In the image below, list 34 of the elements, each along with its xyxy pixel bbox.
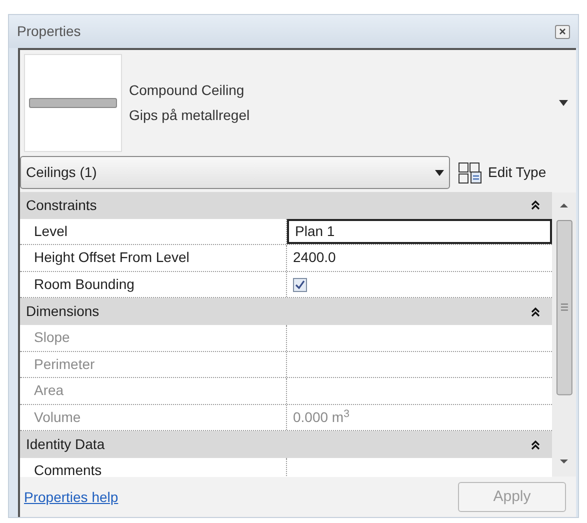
value-text: Plan 1	[295, 222, 335, 241]
type-selector[interactable]: Compound Ceiling Gips på metallregel	[20, 50, 576, 156]
property-label: Slope	[34, 328, 70, 348]
section-header[interactable]: Dimensions	[20, 298, 552, 325]
edit-type-icon	[458, 162, 482, 184]
edit-type-button[interactable]: Edit Type	[458, 162, 546, 184]
scrollbar[interactable]	[552, 192, 576, 477]
property-label: Room Bounding	[34, 275, 134, 294]
property-label: Comments	[34, 461, 102, 477]
property-label: Volume	[34, 408, 81, 428]
ceiling-swatch-icon	[29, 98, 117, 108]
close-icon	[559, 28, 566, 35]
collapse-icon[interactable]	[531, 306, 540, 317]
checkbox[interactable]	[293, 278, 307, 292]
close-button[interactable]	[555, 24, 570, 38]
section-header[interactable]: Identity Data	[20, 431, 552, 458]
filter-dropdown[interactable]: Ceilings (1)	[20, 156, 450, 189]
property-label: Perimeter	[34, 354, 95, 374]
property-value-field[interactable]: 2400.0	[287, 245, 552, 271]
property-value-field[interactable]: Plan 1	[287, 218, 552, 244]
dropdown-arrow-icon	[435, 170, 444, 176]
value-text: 2400.0	[293, 248, 336, 268]
collapse-icon[interactable]	[531, 200, 540, 210]
value-text: 0.000 m$^{3}$	[293, 407, 350, 428]
family-name: Compound Ceiling	[129, 81, 246, 100]
window-title: Properties	[17, 22, 81, 41]
property-label: Area	[34, 381, 64, 400]
type-name: Gips på metallregel	[129, 106, 251, 125]
property-label: Level	[34, 222, 68, 241]
collapse-icon[interactable]	[531, 440, 540, 450]
section-header[interactable]: Constraints	[20, 192, 552, 219]
dropdown-arrow-icon[interactable]	[559, 100, 568, 106]
property-label: Height Offset From Level	[34, 248, 190, 268]
properties-help-link[interactable]: Properties help	[24, 486, 118, 508]
